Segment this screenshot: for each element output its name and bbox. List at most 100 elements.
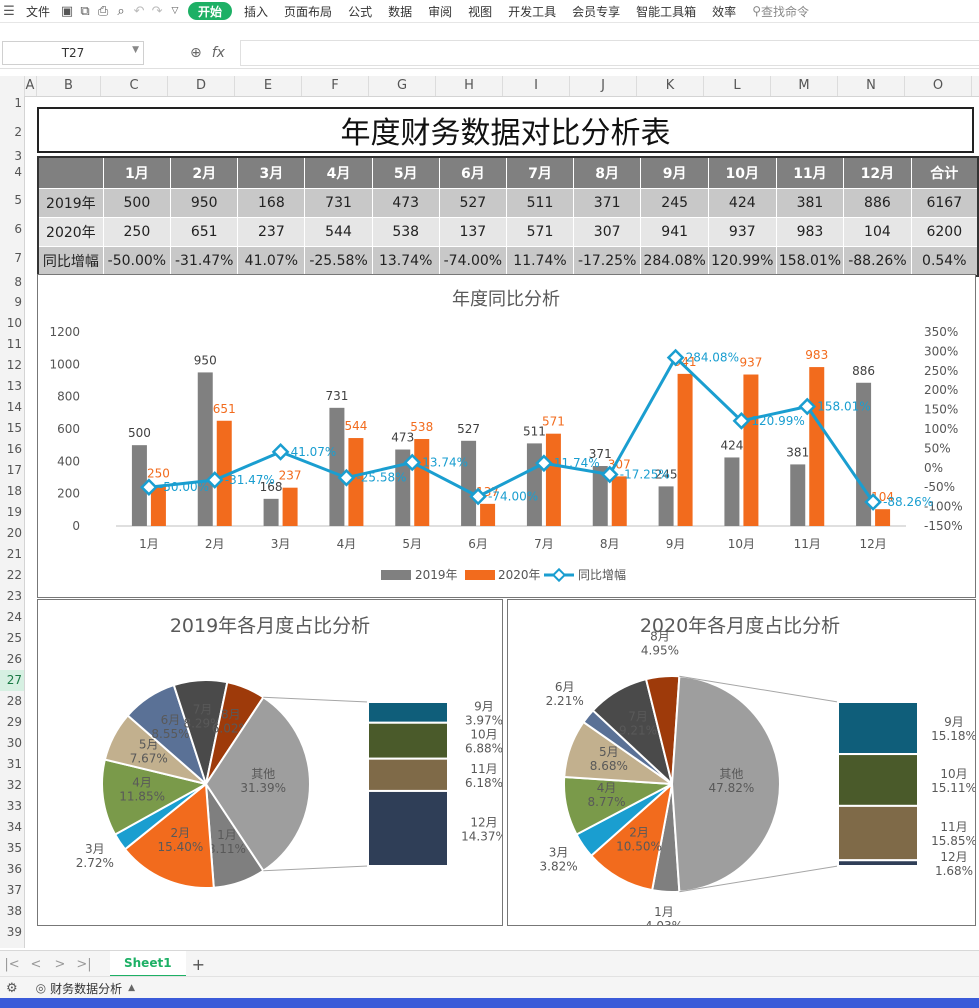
row-header[interactable]: 31 <box>0 754 24 775</box>
growth-point[interactable] <box>271 443 290 461</box>
column-header[interactable]: B <box>37 76 101 96</box>
row-header[interactable]: 15 <box>0 418 24 439</box>
chevron-down-icon[interactable]: ▼ <box>132 45 139 55</box>
row-header[interactable]: 2 <box>0 110 24 154</box>
table-cell[interactable]: 284.08% <box>640 246 709 277</box>
table-cell[interactable]: 941 <box>640 217 709 247</box>
row-header[interactable]: 30 <box>0 733 24 754</box>
table-cell[interactable]: 158.01% <box>775 246 845 277</box>
formula-input[interactable] <box>240 40 979 66</box>
last-sheet-icon[interactable]: >| <box>72 957 96 972</box>
column-header[interactable]: M <box>771 76 838 96</box>
row-header[interactable]: 18 <box>0 481 24 502</box>
next-sheet-icon[interactable]: > <box>48 957 72 972</box>
column-header[interactable]: E <box>235 76 302 96</box>
breakout-segment[interactable] <box>837 804 919 862</box>
column-header[interactable]: J <box>570 76 637 96</box>
bar-2020[interactable] <box>282 487 298 526</box>
ribbon-tab[interactable]: 数据 <box>380 0 420 22</box>
fx-icon[interactable]: fx <box>212 45 225 61</box>
table-cell[interactable]: 950 <box>170 188 239 218</box>
table-header-cell[interactable]: 12月 <box>843 156 912 189</box>
ribbon-tab[interactable]: 插入 <box>236 0 276 22</box>
row-header[interactable]: 4 <box>0 158 24 186</box>
column-header[interactable]: K <box>637 76 704 96</box>
column-header[interactable]: L <box>704 76 771 96</box>
table-header-cell[interactable]: 合计 <box>910 156 979 189</box>
row-label-cell[interactable]: 2020年 <box>37 217 104 247</box>
table-cell[interactable]: -25.58% <box>304 246 373 277</box>
file-menu[interactable]: 文件 <box>18 0 58 22</box>
table-header-cell[interactable]: 3月 <box>237 156 306 189</box>
ribbon-tab[interactable]: 会员专享 <box>564 0 628 22</box>
table-cell[interactable]: 250 <box>102 217 172 247</box>
column-header[interactable]: F <box>302 76 369 96</box>
bar-2019[interactable] <box>790 464 806 526</box>
table-cell[interactable]: 544 <box>304 217 373 247</box>
row-header[interactable]: 23 <box>0 586 24 607</box>
row-header[interactable]: 5 <box>0 186 24 215</box>
table-cell[interactable]: 11.74% <box>506 246 574 277</box>
table-cell[interactable]: 473 <box>371 188 440 218</box>
document-name[interactable]: 财务数据分析 <box>50 980 122 997</box>
row-header[interactable]: 39 <box>0 922 24 943</box>
row-header[interactable]: 17 <box>0 460 24 481</box>
ribbon-tab[interactable]: 智能工具箱 <box>628 0 704 22</box>
table-cell[interactable]: 13.74% <box>371 246 440 277</box>
table-cell[interactable]: 937 <box>707 217 777 247</box>
table-cell[interactable]: -50.00% <box>102 246 172 277</box>
row-header[interactable]: 9 <box>0 292 24 313</box>
search-command[interactable]: ⚲ 查找命令 <box>744 0 817 22</box>
row-header[interactable]: 33 <box>0 796 24 817</box>
ribbon-tab[interactable]: 开始 <box>188 2 233 20</box>
table-header-cell[interactable]: 2月 <box>170 156 239 189</box>
bar-2019[interactable] <box>197 372 213 526</box>
table-cell[interactable]: -88.26% <box>843 246 912 277</box>
table-cell[interactable]: 237 <box>237 217 306 247</box>
row-header[interactable]: 26 <box>0 649 24 670</box>
table-cell[interactable]: 381 <box>775 188 845 218</box>
row-header[interactable]: 20 <box>0 523 24 544</box>
table-cell[interactable]: 527 <box>438 188 508 218</box>
table-cell[interactable]: 307 <box>572 217 642 247</box>
bar-2020[interactable] <box>480 503 496 526</box>
hamburger-icon[interactable]: ☰ <box>0 0 18 22</box>
row-header[interactable]: 34 <box>0 817 24 838</box>
table-cell[interactable]: 6167 <box>910 188 979 218</box>
table-cell[interactable]: 41.07% <box>237 246 306 277</box>
select-all-corner[interactable] <box>0 76 25 96</box>
ribbon-tab[interactable]: 审阅 <box>420 0 460 22</box>
row-header[interactable]: 37 <box>0 880 24 901</box>
breakout-segment[interactable] <box>837 859 919 868</box>
row-header[interactable]: 22 <box>0 565 24 586</box>
row-header[interactable]: 25 <box>0 628 24 649</box>
row-header[interactable]: 13 <box>0 376 24 397</box>
table-header-cell[interactable]: 1月 <box>102 156 172 189</box>
table-header-cell[interactable]: 5月 <box>371 156 440 189</box>
save-icon[interactable]: ▣ <box>58 0 76 22</box>
table-cell[interactable]: 371 <box>572 188 642 218</box>
first-sheet-icon[interactable]: |< <box>0 957 24 972</box>
print-preview-icon[interactable]: ⌕ <box>112 0 130 22</box>
bar-2019[interactable] <box>329 407 345 526</box>
column-header[interactable]: C <box>101 76 168 96</box>
row-header[interactable]: 35 <box>0 838 24 859</box>
row-header[interactable]: 29 <box>0 712 24 733</box>
column-header[interactable]: I <box>503 76 570 96</box>
table-header-cell[interactable]: 8月 <box>572 156 642 189</box>
table-cell[interactable]: -31.47% <box>170 246 239 277</box>
export-icon[interactable]: ⧉ <box>76 0 94 22</box>
ribbon-tab[interactable]: 页面布局 <box>276 0 340 22</box>
table-cell[interactable]: 500 <box>102 188 172 218</box>
table-cell[interactable]: 168 <box>237 188 306 218</box>
row-label-cell[interactable]: 2019年 <box>37 188 104 218</box>
print-icon[interactable]: ⎙ <box>94 0 112 22</box>
row-header[interactable]: 12 <box>0 355 24 376</box>
redo-icon[interactable]: ↷ <box>148 0 166 22</box>
row-header[interactable]: 10 <box>0 313 24 334</box>
table-cell[interactable]: 6200 <box>910 217 979 247</box>
table-header-cell[interactable]: 4月 <box>304 156 373 189</box>
table-cell[interactable]: 571 <box>506 217 574 247</box>
table-header-cell[interactable]: 7月 <box>506 156 574 189</box>
prev-sheet-icon[interactable]: < <box>24 957 48 972</box>
